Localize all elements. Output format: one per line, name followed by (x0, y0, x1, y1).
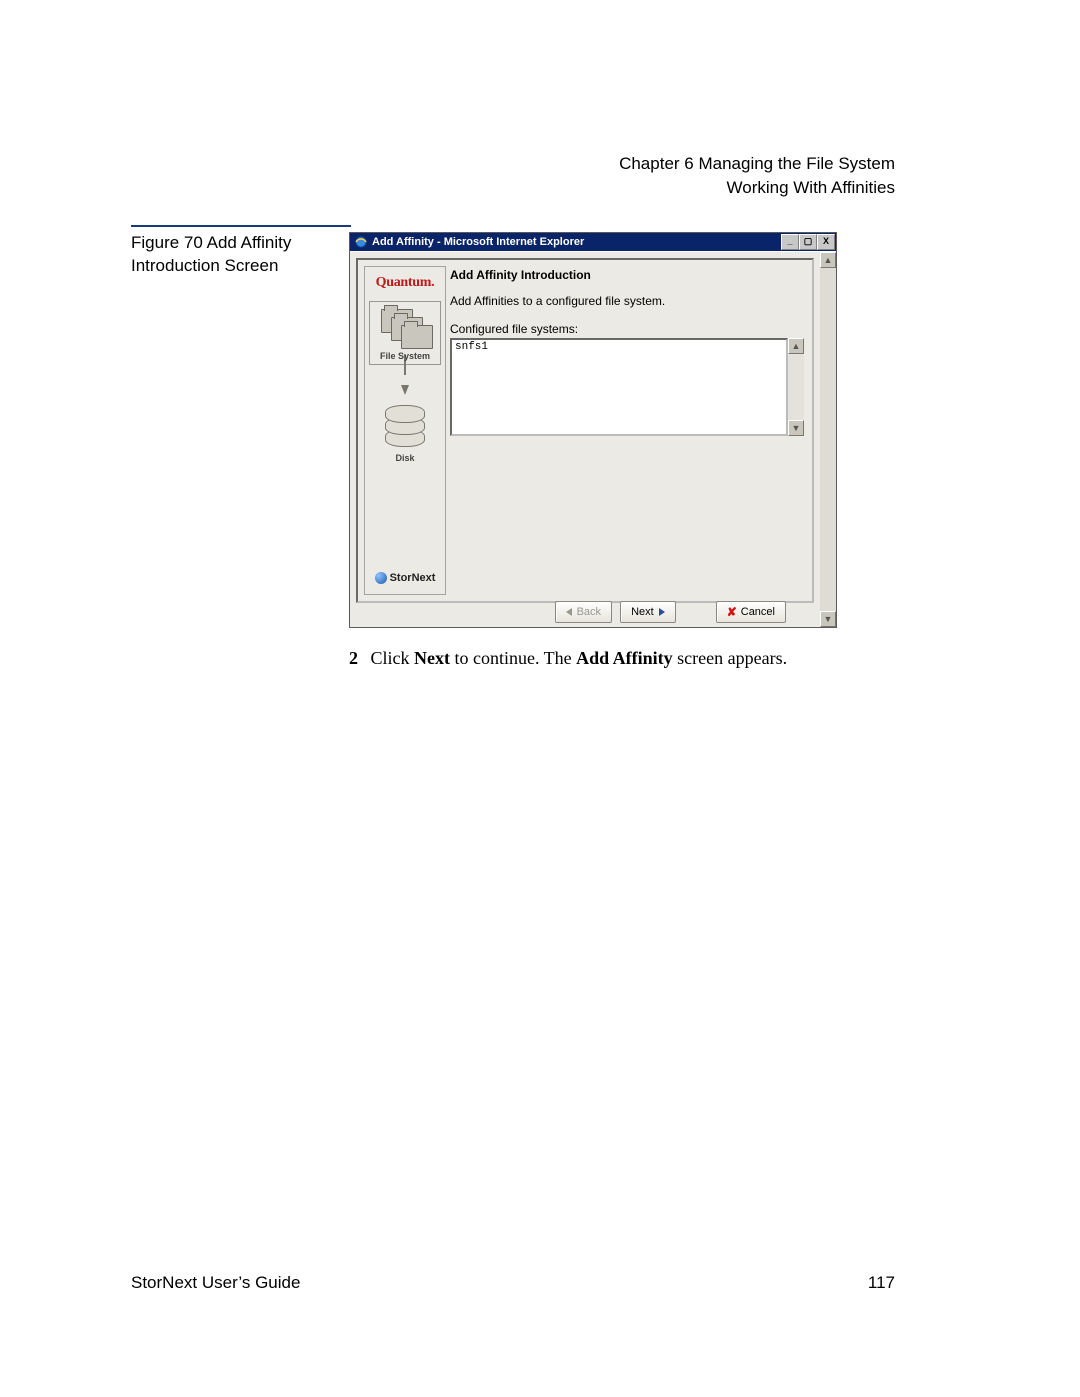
quantum-logo: Quantum. (365, 267, 445, 301)
product-name: StorNext (390, 572, 436, 584)
footer-guide-title: StorNext User’s Guide (131, 1273, 300, 1293)
disk-step: Disk (365, 405, 445, 463)
list-label: Configured file systems: (450, 322, 804, 336)
window-maximize-button[interactable]: ▢ (799, 234, 817, 250)
cancel-label: Cancel (741, 606, 775, 618)
listbox-scrollbar[interactable]: ▲ ▼ (788, 338, 804, 436)
arrow-down-icon (365, 355, 445, 395)
window-title: Add Affinity - Microsoft Internet Explor… (372, 236, 836, 248)
chapter-title: Chapter 6 Managing the File System (619, 152, 895, 176)
window-close-button[interactable]: X (817, 234, 835, 250)
disk-label: Disk (365, 453, 445, 463)
wizard-button-bar: Back Next ✘ Cancel (356, 601, 814, 623)
step-bold-next: Next (414, 648, 450, 668)
file-system-listbox[interactable]: snfs1 ▲ ▼ (450, 338, 804, 436)
step-bold-screen: Add Affinity (576, 648, 673, 668)
scroll-up-icon[interactable]: ▲ (788, 338, 804, 354)
wizard-heading: Add Affinity Introduction (450, 268, 804, 282)
page-header: Chapter 6 Managing the File System Worki… (619, 152, 895, 200)
document-page: Chapter 6 Managing the File System Worki… (0, 0, 1080, 1397)
back-label: Back (577, 606, 601, 618)
next-label: Next (631, 606, 654, 618)
wizard-description: Add Affinities to a configured file syst… (450, 294, 804, 308)
back-button: Back (555, 601, 612, 623)
instruction-step: 2 Click Next to continue. The Add Affini… (349, 648, 909, 669)
window-body: ▲ ▼ Quantum. File System (350, 251, 836, 627)
window-buttons: _ ▢ X (781, 234, 835, 250)
figure-rule (131, 225, 351, 227)
step-text-pre: Click (371, 648, 415, 668)
wizard-panel: Quantum. File System (356, 258, 814, 603)
folders-icon (379, 305, 431, 351)
list-item[interactable]: snfs1 (455, 341, 783, 353)
triangle-left-icon (566, 608, 572, 616)
scroll-down-icon[interactable]: ▼ (788, 420, 804, 436)
next-button[interactable]: Next (620, 601, 676, 623)
ie-icon (354, 235, 368, 249)
wizard-main: Add Affinity Introduction Add Affinities… (450, 268, 804, 436)
triangle-right-icon (659, 608, 665, 616)
step-text-mid: to continue. The (450, 648, 576, 668)
step-number: 2 (349, 648, 358, 668)
window-scrollbar[interactable]: ▲ ▼ (820, 252, 836, 627)
disk-icon (385, 405, 425, 449)
globe-icon (375, 572, 387, 584)
x-icon: ✘ (727, 605, 737, 619)
step-text-post: screen appears. (673, 648, 787, 668)
window-titlebar: Add Affinity - Microsoft Internet Explor… (350, 233, 836, 251)
listbox-content[interactable]: snfs1 (450, 338, 788, 436)
cancel-button[interactable]: ✘ Cancel (716, 601, 786, 623)
ie-window: Add Affinity - Microsoft Internet Explor… (349, 232, 837, 628)
figure-caption: Figure 70 Add Affinity Introduction Scre… (131, 232, 351, 278)
nav-button-group: Back Next (555, 601, 676, 623)
footer-page-number: 117 (868, 1273, 895, 1293)
file-system-label: File System (372, 351, 438, 361)
stornext-logo: StorNext (365, 567, 445, 592)
scroll-up-icon[interactable]: ▲ (820, 252, 836, 268)
wizard-sidebar: Quantum. File System (364, 266, 446, 595)
scroll-down-icon[interactable]: ▼ (820, 611, 836, 627)
window-minimize-button[interactable]: _ (781, 234, 799, 250)
section-title: Working With Affinities (619, 176, 895, 200)
